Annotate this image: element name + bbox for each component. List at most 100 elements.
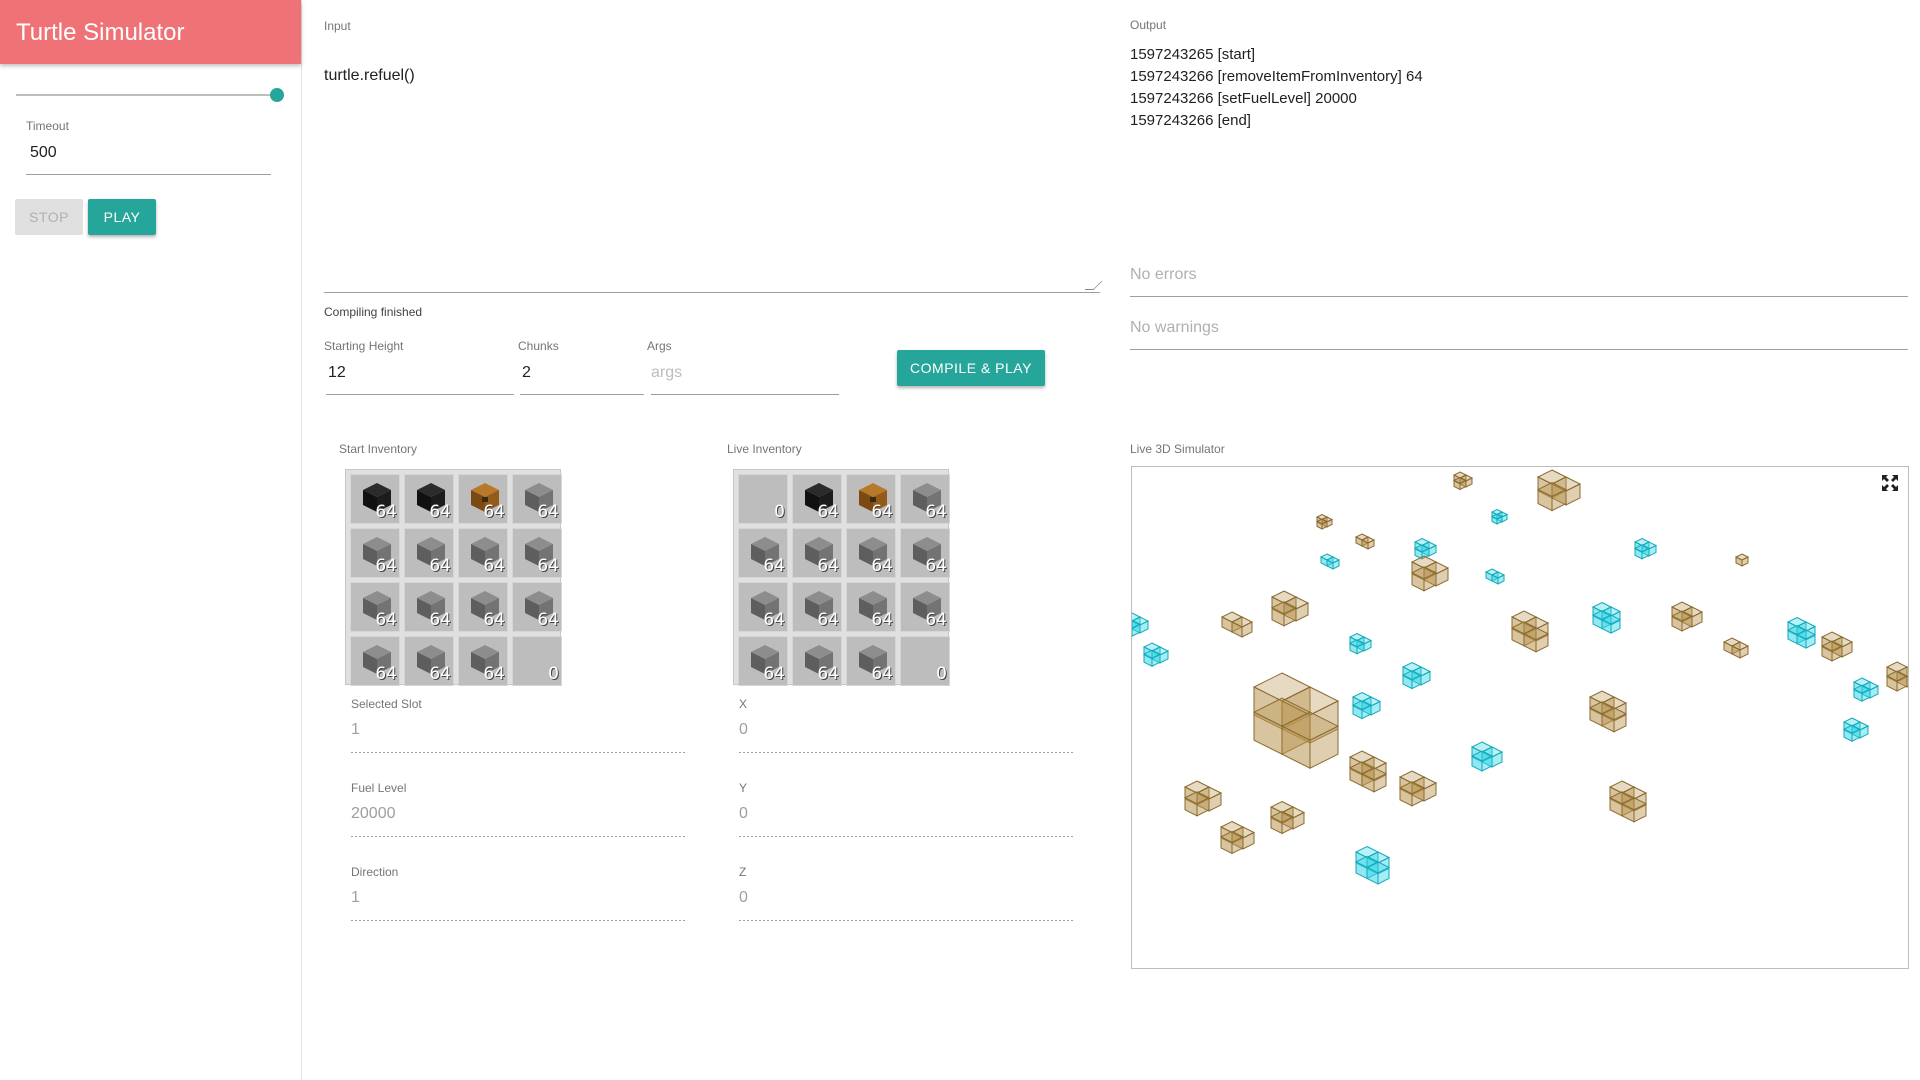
- inventory-slot[interactable]: 64: [900, 474, 950, 524]
- scene-block: [1452, 476, 1468, 491]
- inventory-slot[interactable]: 0: [512, 636, 562, 686]
- timeout-underline: [26, 174, 271, 175]
- scene-block: [1730, 641, 1750, 659]
- inventory-slot[interactable]: 64: [512, 474, 562, 524]
- inventory-slot[interactable]: 64: [738, 528, 788, 578]
- inventory-slot[interactable]: 64: [404, 582, 454, 632]
- scene-block: [1351, 700, 1373, 720]
- inventory-slot[interactable]: 64: [404, 474, 454, 524]
- y-value: 0: [739, 805, 748, 822]
- stop-button[interactable]: STOP: [15, 199, 83, 235]
- inventory-slot[interactable]: 64: [738, 582, 788, 632]
- slot-count: 64: [375, 502, 397, 522]
- inventory-slot[interactable]: 64: [350, 636, 400, 686]
- live-inventory-label: Live Inventory: [727, 442, 802, 456]
- output-log: 1597243265 [start] 1597243266 [removeIte…: [1130, 44, 1423, 132]
- fullscreen-icon[interactable]: [1880, 473, 1900, 493]
- slot-count: 64: [483, 502, 505, 522]
- slot-count: 64: [429, 502, 451, 522]
- speed-slider[interactable]: [16, 88, 284, 110]
- inventory-slot[interactable]: 0: [738, 474, 788, 524]
- slot-count: 64: [817, 556, 839, 576]
- play-button[interactable]: PLAY: [88, 199, 156, 235]
- fuel-level-underline: [351, 836, 687, 837]
- simulator-label: Live 3D Simulator: [1130, 442, 1225, 456]
- slot-count: 64: [817, 664, 839, 684]
- scene-block: [1633, 544, 1651, 560]
- simulator-scene[interactable]: [1132, 467, 1908, 968]
- inventory-slot[interactable]: 64: [350, 582, 400, 632]
- slot-count: 64: [871, 556, 893, 576]
- chunks-input[interactable]: 2: [522, 364, 531, 382]
- y-label: Y: [739, 781, 748, 795]
- timeout-input[interactable]: 500: [30, 144, 57, 162]
- scene-block: [1269, 810, 1295, 835]
- inventory-slot[interactable]: 64: [792, 474, 842, 524]
- scene-block: [1795, 629, 1817, 649]
- chunks-underline: [520, 394, 644, 395]
- inventory-slot[interactable]: 64: [350, 474, 400, 524]
- scene-block: [1348, 639, 1366, 655]
- inventory-slot[interactable]: 64: [846, 636, 896, 686]
- scene-block: [1852, 684, 1872, 703]
- scene-block: [1490, 571, 1506, 585]
- slider-track[interactable]: [16, 94, 278, 96]
- inventory-slot[interactable]: 64: [792, 528, 842, 578]
- slot-count: 0: [936, 664, 947, 684]
- fuel-level-label: Fuel Level: [351, 781, 407, 795]
- scene-block: [1360, 536, 1376, 550]
- inventory-slot[interactable]: 64: [404, 636, 454, 686]
- inventory-slot[interactable]: 64: [458, 474, 508, 524]
- code-input[interactable]: turtle.refuel(): [324, 60, 1103, 293]
- slot-count: 64: [925, 556, 947, 576]
- inventory-slot[interactable]: 0: [900, 636, 950, 686]
- z-underline: [739, 920, 1075, 921]
- resize-handle[interactable]: [1084, 281, 1103, 290]
- scene-block: [1325, 556, 1341, 570]
- inventory-slot[interactable]: 64: [738, 636, 788, 686]
- inventory-slot[interactable]: 64: [792, 636, 842, 686]
- selected-slot-label: Selected Slot: [351, 697, 422, 711]
- slider-thumb[interactable]: [270, 88, 284, 102]
- inventory-slot[interactable]: 64: [512, 528, 562, 578]
- starting-height-underline: [326, 394, 514, 395]
- inventory-slot[interactable]: 64: [458, 528, 508, 578]
- starting-height-input[interactable]: 12: [328, 364, 346, 382]
- args-underline: [651, 394, 839, 395]
- fuel-level-value: 20000: [351, 805, 396, 822]
- inventory-slot[interactable]: 64: [846, 582, 896, 632]
- args-input[interactable]: args: [651, 364, 682, 382]
- inventory-slot[interactable]: 64: [792, 582, 842, 632]
- compile-status: Compiling finished: [324, 305, 423, 319]
- slot-count: 64: [483, 610, 505, 630]
- slot-count: 64: [817, 502, 839, 522]
- slot-count: 64: [925, 502, 947, 522]
- inventory-slot[interactable]: 64: [846, 474, 896, 524]
- scene-block: [1670, 610, 1694, 632]
- scene-block: [1490, 513, 1504, 525]
- direction-underline: [351, 920, 687, 921]
- sidebar: Turtle Simulator Timeout 500 STOP PLAY: [0, 0, 302, 1080]
- scene-block: [1230, 616, 1254, 638]
- slot-count: 64: [537, 502, 559, 522]
- inventory-slot[interactable]: 64: [846, 528, 896, 578]
- inventory-slot[interactable]: 64: [404, 528, 454, 578]
- simulator-viewport[interactable]: [1131, 466, 1909, 969]
- app-title: Turtle Simulator: [0, 0, 301, 64]
- slot-count: 64: [871, 502, 893, 522]
- slot-count: 64: [763, 610, 785, 630]
- inventory-slot[interactable]: 64: [350, 528, 400, 578]
- inventory-slot[interactable]: 64: [458, 636, 508, 686]
- inventory-slot[interactable]: 64: [900, 582, 950, 632]
- inventory-slot[interactable]: 64: [458, 582, 508, 632]
- inventory-slot[interactable]: 64: [512, 582, 562, 632]
- input-label: Input: [324, 19, 351, 33]
- z-label: Z: [739, 865, 747, 879]
- slot-count: 0: [548, 664, 559, 684]
- slot-count: 64: [817, 610, 839, 630]
- output-label: Output: [1130, 18, 1167, 32]
- start-inventory-grid: 64 64 64 64 64 64 64 64 64 64 64 64 64 64 64 0: [345, 469, 562, 686]
- compile-play-button[interactable]: COMPILE & PLAY: [897, 350, 1045, 386]
- slot-count: 64: [429, 664, 451, 684]
- inventory-slot[interactable]: 64: [900, 528, 950, 578]
